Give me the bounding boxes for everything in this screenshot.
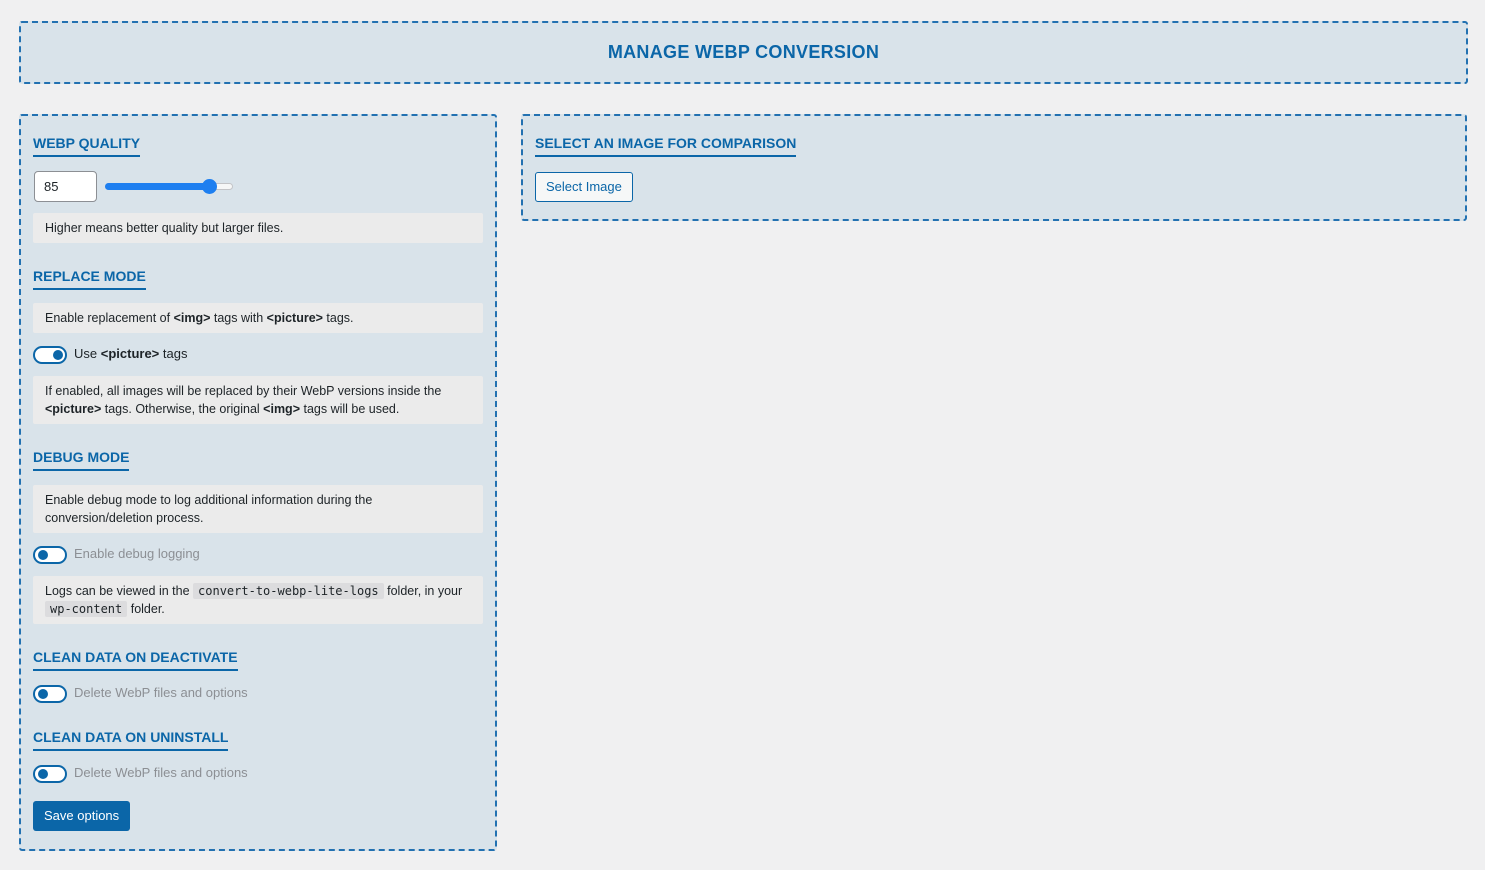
comparison-panel: SELECT AN IMAGE FOR COMPARISON Select Im… bbox=[521, 114, 1467, 221]
toggle-knob bbox=[38, 550, 48, 560]
uninstall-section-title: CLEAN DATA ON UNINSTALL bbox=[33, 729, 229, 751]
deactivate-section-title: CLEAN DATA ON DEACTIVATE bbox=[33, 649, 238, 671]
debug-logging-toggle[interactable] bbox=[33, 546, 67, 564]
deactivate-title-prefix: CLEAN DATA ON bbox=[33, 649, 151, 665]
replace-section-title: REPLACE MODE bbox=[33, 268, 146, 290]
replace-description: Enable replacement of <img> tags with <p… bbox=[33, 303, 483, 333]
header-panel: MANAGE WEBP CONVERSION bbox=[19, 21, 1468, 84]
deactivate-title-strong: DEACTIVATE bbox=[150, 649, 238, 665]
picture-tags-toggle[interactable] bbox=[33, 346, 67, 364]
uninstall-title-strong: UNINSTALL bbox=[150, 729, 229, 745]
toggle-knob bbox=[38, 689, 48, 699]
toggle-label-tag: <picture> bbox=[100, 346, 160, 361]
wp-content-code: wp-content bbox=[45, 601, 128, 617]
debug-logging-toggle-label[interactable]: Enable debug logging bbox=[74, 546, 200, 561]
clean-on-deactivate-label[interactable]: Delete WebP files and options bbox=[74, 685, 248, 700]
save-options-button[interactable]: Save options bbox=[33, 801, 131, 831]
replace-note-suffix: tags will be used. bbox=[300, 402, 400, 416]
replace-note-prefix: If enabled, all images will be replaced … bbox=[45, 384, 442, 398]
quality-hint-text: Higher means better quality but larger f… bbox=[45, 221, 284, 235]
toggle-label-prefix: Use bbox=[74, 346, 101, 361]
clean-on-deactivate-toggle[interactable] bbox=[33, 685, 67, 703]
slider-fill bbox=[105, 183, 210, 190]
toggle-label-suffix: tags bbox=[159, 346, 188, 361]
logs-folder-code: convert-to-webp-lite-logs bbox=[193, 583, 384, 599]
clean-on-uninstall-toggle[interactable] bbox=[33, 765, 67, 783]
slider-thumb[interactable] bbox=[202, 179, 217, 194]
comparison-section-title: SELECT AN IMAGE FOR COMPARISON bbox=[535, 135, 797, 157]
toggle-knob bbox=[38, 769, 48, 779]
debug-note-suffix: folder. bbox=[127, 602, 165, 616]
settings-panel: WEBP QUALITY Higher means better quality… bbox=[19, 114, 497, 851]
uninstall-title-prefix: CLEAN DATA ON bbox=[33, 729, 151, 745]
replace-desc-picture-tag: <picture> bbox=[266, 311, 323, 325]
replace-desc-mid: tags with bbox=[210, 311, 267, 325]
quality-section-title: WEBP QUALITY bbox=[33, 135, 141, 157]
replace-note: If enabled, all images will be replaced … bbox=[33, 376, 483, 424]
debug-section-title: DEBUG MODE bbox=[33, 449, 130, 471]
replace-desc-suffix: tags. bbox=[322, 311, 354, 325]
toggle-knob bbox=[53, 350, 63, 360]
clean-on-uninstall-label[interactable]: Delete WebP files and options bbox=[74, 765, 248, 780]
debug-note-mid: folder, in your bbox=[383, 584, 463, 598]
select-image-button[interactable]: Select Image bbox=[535, 172, 633, 202]
debug-desc-text: Enable debug mode to log additional info… bbox=[45, 493, 373, 525]
page-title: MANAGE WEBP CONVERSION bbox=[607, 42, 880, 62]
quality-input[interactable] bbox=[34, 171, 97, 202]
picture-tags-toggle-label[interactable]: Use <picture> tags bbox=[74, 346, 187, 361]
debug-description: Enable debug mode to log additional info… bbox=[33, 485, 483, 533]
quality-hint: Higher means better quality but larger f… bbox=[33, 213, 483, 243]
debug-note-prefix: Logs can be viewed in the bbox=[45, 584, 194, 598]
replace-note-mid: tags. Otherwise, the original bbox=[101, 402, 264, 416]
replace-note-img-tag: <img> bbox=[263, 402, 300, 416]
replace-desc-img-tag: <img> bbox=[173, 311, 211, 325]
replace-desc-prefix: Enable replacement of bbox=[45, 311, 174, 325]
replace-note-picture-tag: <picture> bbox=[45, 402, 102, 416]
quality-slider[interactable] bbox=[105, 179, 233, 194]
debug-note: Logs can be viewed in the convert-to-web… bbox=[33, 576, 483, 624]
